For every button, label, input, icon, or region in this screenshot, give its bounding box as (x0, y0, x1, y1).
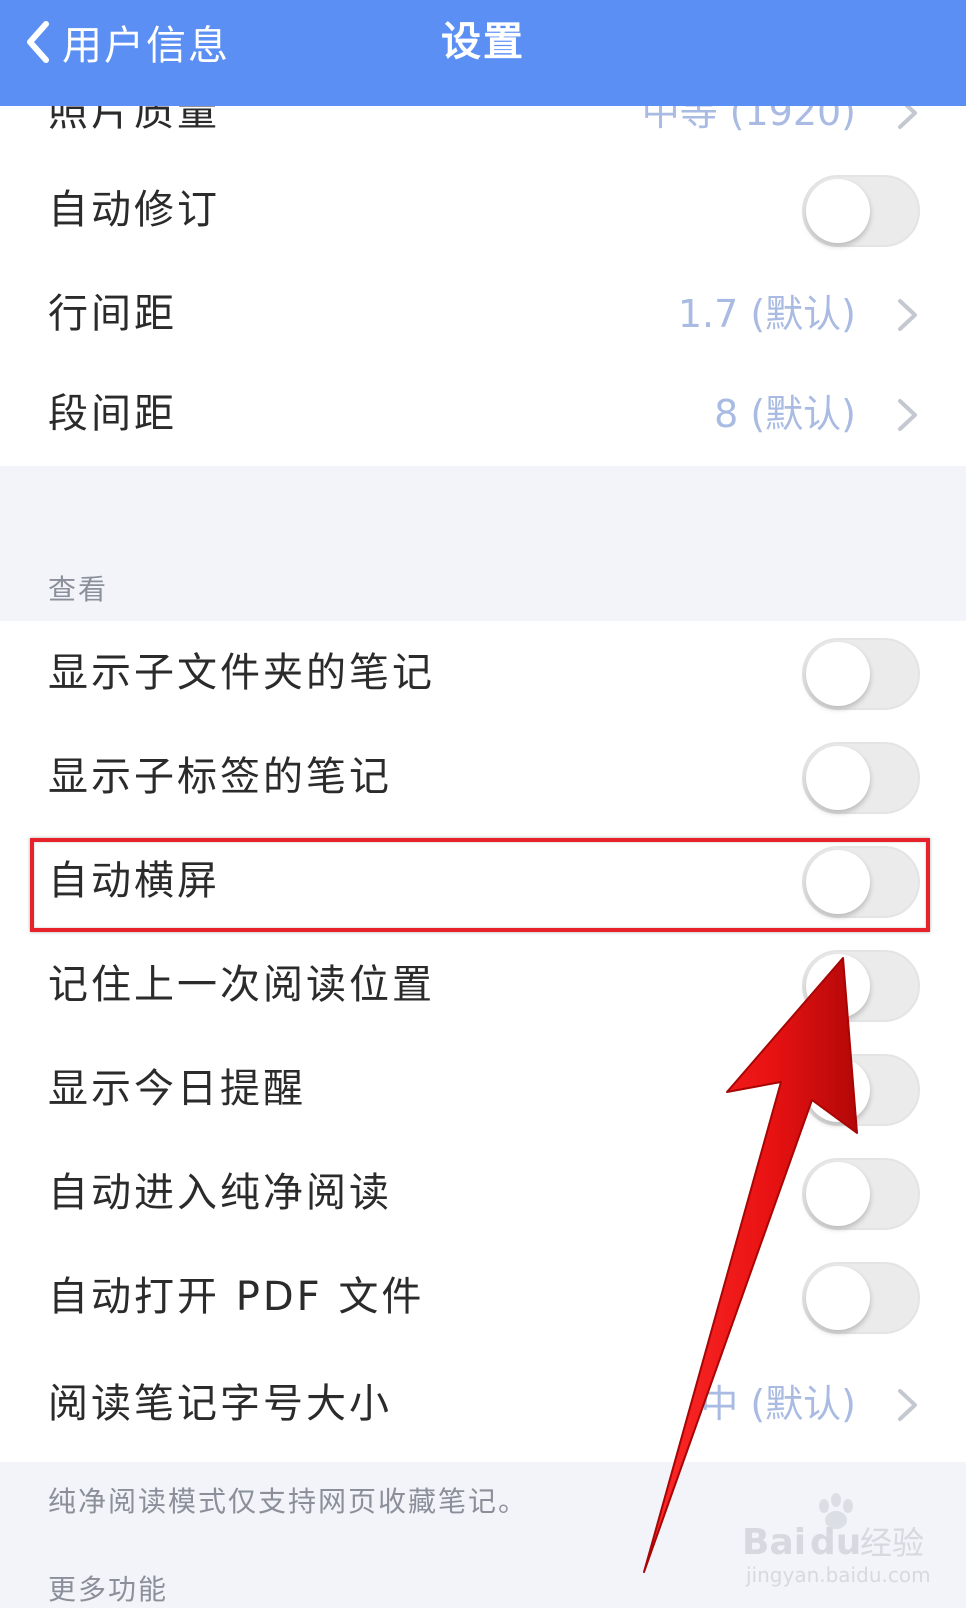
auto-revise-label: 自动修订 (48, 187, 220, 233)
chevron-right-icon (898, 399, 917, 431)
auto-rotate-label: 自动横屏 (48, 858, 220, 904)
auto-clean-reading-toggle[interactable] (802, 1158, 920, 1230)
clean-reading-footnote: 纯净阅读模式仅支持网页收藏笔记。 (48, 1485, 529, 1518)
view-section-header: 查看 (48, 573, 109, 606)
toggle-knob (806, 850, 870, 914)
toggle-knob (806, 1058, 870, 1122)
reading-font-size-value: 中 (默认) (700, 1382, 856, 1426)
paragraph-spacing-label: 段间距 (48, 391, 177, 437)
show-subtag-notes-label: 显示子标签的笔记 (48, 754, 392, 800)
line-spacing-label: 行间距 (48, 291, 177, 337)
toggle-knob (806, 746, 870, 810)
more-section-header: 更多功能 (48, 1573, 169, 1606)
remember-reading-position-toggle[interactable] (802, 950, 920, 1022)
show-today-reminder-toggle[interactable] (802, 1054, 920, 1126)
chevron-right-icon (898, 299, 917, 331)
show-today-reminder-row: 显示今日提醒 (0, 1037, 966, 1142)
auto-open-pdf-row: 自动打开 PDF 文件 (0, 1245, 966, 1350)
view-settings-group: 显示子文件夹的笔记 显示子标签的笔记 自动横屏 记住上一次阅读位置 显示今日提醒… (0, 621, 966, 1462)
auto-open-pdf-toggle[interactable] (802, 1262, 920, 1334)
toggle-knob (806, 1162, 870, 1226)
line-spacing-value: 1.7 (默认) (677, 292, 856, 336)
reading-font-size-row[interactable]: 阅读笔记字号大小 中 (默认) (0, 1352, 966, 1457)
reading-font-size-label: 阅读笔记字号大小 (48, 1381, 392, 1427)
auto-rotate-toggle[interactable] (802, 846, 920, 918)
remember-reading-position-label: 记住上一次阅读位置 (48, 962, 435, 1008)
show-today-reminder-label: 显示今日提醒 (48, 1066, 306, 1112)
remember-reading-position-row: 记住上一次阅读位置 (0, 933, 966, 1038)
show-subtag-notes-row: 显示子标签的笔记 (0, 725, 966, 830)
page-title: 设置 (441, 19, 525, 65)
toggle-knob (806, 1266, 870, 1330)
editing-settings-group: 照片质量 中等 (1920) 自动修订 行间距 1.7 (默认) 段间距 8 (… (0, 60, 966, 466)
toggle-knob (806, 954, 870, 1018)
toggle-knob (806, 642, 870, 706)
auto-revise-toggle[interactable] (802, 175, 920, 247)
auto-revise-row: 自动修订 (0, 158, 966, 263)
chevron-right-icon (898, 1389, 917, 1421)
auto-open-pdf-label: 自动打开 PDF 文件 (48, 1274, 425, 1320)
navigation-bar: 用户信息 设置 (0, 0, 966, 106)
auto-rotate-row: 自动横屏 (0, 829, 966, 934)
paragraph-spacing-row[interactable]: 段间距 8 (默认) (0, 362, 966, 467)
show-subfolder-notes-toggle[interactable] (802, 638, 920, 710)
toggle-knob (806, 179, 870, 243)
show-subtag-notes-toggle[interactable] (802, 742, 920, 814)
line-spacing-row[interactable]: 行间距 1.7 (默认) (0, 262, 966, 367)
show-subfolder-notes-label: 显示子文件夹的笔记 (48, 650, 435, 696)
show-subfolder-notes-row: 显示子文件夹的笔记 (0, 621, 966, 726)
auto-clean-reading-row: 自动进入纯净阅读 (0, 1141, 966, 1246)
auto-clean-reading-label: 自动进入纯净阅读 (48, 1170, 392, 1216)
settings-content: 照片质量 中等 (1920) 自动修订 行间距 1.7 (默认) 段间距 8 (… (0, 0, 966, 1606)
paragraph-spacing-value: 8 (默认) (714, 392, 856, 436)
